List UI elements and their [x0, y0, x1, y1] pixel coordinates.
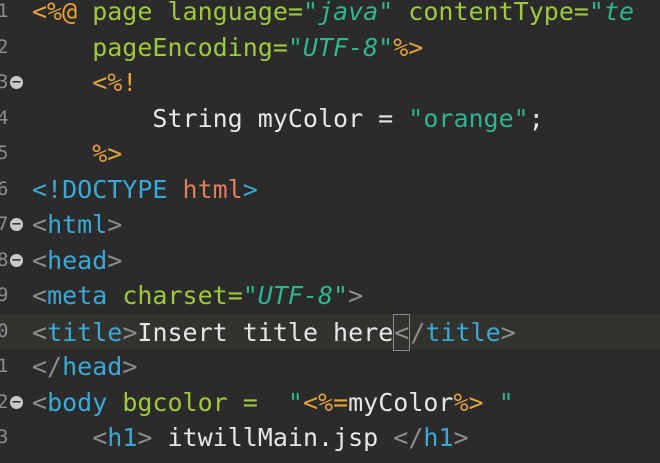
- code-token: /: [410, 317, 426, 347]
- code-token: String myColor =: [32, 103, 409, 133]
- line-number: 1: [0, 355, 9, 377]
- fold-collapse-icon[interactable]: −: [10, 218, 23, 231]
- code-text: <head>: [32, 243, 122, 279]
- code-token: html: [47, 210, 108, 239]
- code-token: bgcolor =: [107, 387, 273, 417]
- code-text: %>: [32, 136, 122, 172]
- code-token: >: [500, 317, 516, 347]
- line-number: 0: [0, 319, 9, 342]
- code-line[interactable]: 2− <body bgcolor = "<%=myColor%> ": [0, 385, 660, 421]
- code-token: <: [92, 423, 108, 452]
- code-token: <%=: [302, 387, 349, 417]
- code-token: h1: [423, 423, 454, 452]
- code-token: contentType=: [393, 0, 589, 26]
- code-token: >: [107, 245, 123, 275]
- code-text: pageEncoding="UTF-8"%>: [32, 30, 423, 66]
- line-number: 6: [0, 177, 9, 200]
- code-token: page language=: [77, 0, 303, 26]
- code-token: <%@: [32, 0, 78, 26]
- fold-collapse-icon[interactable]: −: [10, 395, 23, 409]
- code-text: <%!: [32, 65, 137, 101]
- code-token: <: [32, 387, 48, 417]
- code-token: itwillMain.jsp: [152, 423, 394, 452]
- code-token: <: [394, 317, 410, 347]
- code-text: <!DOCTYPE html>: [32, 172, 258, 208]
- line-number: 8: [0, 248, 9, 271]
- code-text: <%@ page language="java" contentType="te: [32, 0, 634, 30]
- code-token: >: [107, 210, 123, 239]
- code-token: "orange": [408, 103, 529, 133]
- code-token: >: [122, 352, 138, 381]
- fold-collapse-icon[interactable]: −: [10, 76, 23, 89]
- code-token: head: [47, 245, 108, 275]
- code-token: "UTF-8": [287, 32, 394, 62]
- code-token: </: [393, 423, 424, 452]
- code-editor[interactable]: 1 <%@ page language="java" contentType="t…: [0, 0, 660, 463]
- code-token: >: [137, 423, 153, 452]
- code-text: <meta charset="UTF-8">: [32, 278, 363, 314]
- bracket-match-highlight: <: [393, 313, 411, 351]
- code-line[interactable]: 8− <head>: [0, 243, 660, 279]
- line-number: 2: [0, 35, 9, 58]
- line-number: 2: [0, 390, 9, 413]
- code-token: >: [122, 317, 138, 347]
- code-token: h1: [107, 423, 138, 452]
- line-number: 7: [0, 213, 9, 235]
- fold-collapse-icon[interactable]: −: [10, 253, 23, 267]
- code-line[interactable]: 9 <meta charset="UTF-8">: [0, 278, 660, 314]
- code-token: body: [47, 387, 108, 417]
- code-token: %>: [32, 139, 123, 168]
- code-token: "UTF-8": [242, 281, 349, 310]
- code-text: <html>: [32, 207, 122, 243]
- code-token: <: [32, 317, 48, 347]
- code-token: charset=: [107, 281, 243, 310]
- code-token: "java": [302, 0, 394, 26]
- code-token: ": [483, 387, 514, 417]
- line-number: 1: [0, 0, 9, 22]
- code-token: <: [32, 281, 48, 310]
- code-text: String myColor = "orange";: [32, 101, 544, 137]
- code-token: html: [167, 174, 243, 204]
- code-token: title: [425, 317, 501, 347]
- code-token: <: [32, 210, 48, 239]
- code-token: >: [242, 174, 258, 204]
- code-token: <!DOCTYPE: [32, 174, 168, 204]
- code-text: </head>: [32, 349, 137, 385]
- code-token: ;: [528, 103, 544, 133]
- code-line[interactable]: 7− <html>: [0, 207, 660, 243]
- code-token: "te: [588, 0, 635, 26]
- code-token: <%!: [32, 68, 138, 97]
- code-token: >: [453, 423, 469, 452]
- code-token: pageEncoding=: [32, 32, 288, 62]
- code-line[interactable]: 0 <title>Insert title here</title>: [0, 313, 660, 351]
- code-token: myColor: [348, 387, 454, 417]
- line-number: 3: [0, 71, 9, 93]
- code-line[interactable]: 1 </head>: [0, 349, 660, 385]
- code-line[interactable]: 2 pageEncoding="UTF-8"%>: [0, 30, 660, 66]
- code-line[interactable]: 6 <!DOCTYPE html>: [0, 172, 660, 208]
- code-token: </: [32, 352, 63, 381]
- code-token: %>: [453, 387, 484, 417]
- code-line[interactable]: 1 <%@ page language="java" contentType="t…: [0, 0, 660, 30]
- code-line[interactable]: 3 <h1> itwillMain.jsp </h1>: [0, 420, 660, 456]
- line-number: 4: [0, 106, 9, 129]
- code-token: title: [47, 317, 123, 347]
- code-token: %>: [393, 32, 424, 62]
- code-text: <h1> itwillMain.jsp </h1>: [32, 420, 469, 456]
- code-token: Insert title here: [137, 317, 394, 347]
- code-line[interactable]: 4 String myColor = "orange";: [0, 101, 660, 137]
- code-token: head: [62, 352, 123, 381]
- code-token: <: [32, 245, 48, 275]
- code-token: >: [348, 281, 364, 310]
- code-line[interactable]: 3− <%!: [0, 65, 660, 101]
- code-token: meta: [47, 281, 108, 310]
- code-text: <body bgcolor = "<%=myColor%> ": [32, 385, 514, 421]
- code-token: ": [272, 387, 303, 417]
- code-line[interactable]: 5 %>: [0, 136, 660, 172]
- code-text: <title>Insert title here</title>: [32, 313, 516, 351]
- line-number: 9: [0, 284, 9, 306]
- line-number: 3: [0, 426, 9, 448]
- line-number: 5: [0, 142, 9, 164]
